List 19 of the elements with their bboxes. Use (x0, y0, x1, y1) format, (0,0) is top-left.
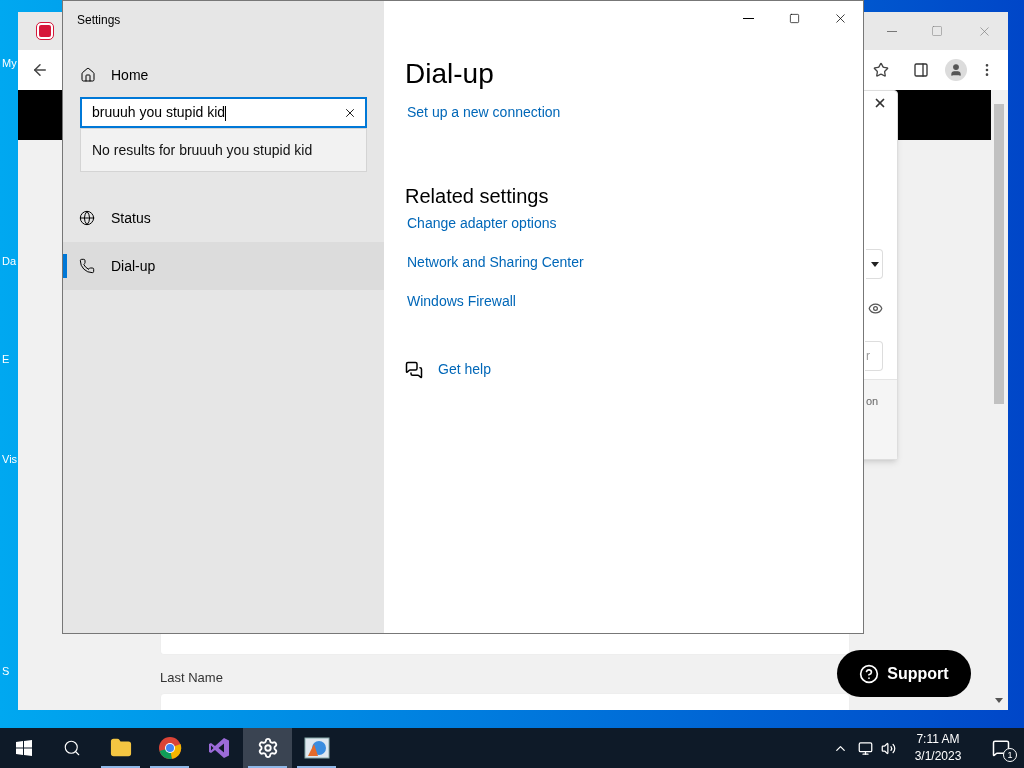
home-nav-item[interactable]: Home (80, 63, 384, 87)
section-heading: Related settings (405, 184, 550, 209)
search-suggestion: No results for bruuuh you stupid kid (80, 128, 367, 172)
setup-connection-link[interactable]: Set up a new connection (407, 102, 863, 123)
clock[interactable]: 7:11 AM 3/1/2023 (908, 731, 968, 765)
notification-badge: 1 (1003, 748, 1017, 762)
field-label: Last Name (160, 669, 223, 687)
page-title: Dial-up (405, 57, 495, 91)
nav-item[interactable]: Status (63, 194, 384, 242)
window-title: Settings (77, 12, 122, 29)
related-link[interactable]: Network and Sharing Center (407, 253, 863, 272)
get-help-link[interactable]: Get help (438, 359, 491, 380)
related-link[interactable]: Windows Firewall (407, 292, 863, 311)
support-button[interactable]: Support (837, 650, 971, 697)
nav-item[interactable]: Dial-up (63, 242, 384, 290)
notification-button[interactable]: 1 (978, 728, 1024, 768)
related-link[interactable]: Change adapter options (407, 214, 863, 233)
search-field[interactable]: bruuuh you stupid kid (80, 97, 367, 128)
footer-text: on (866, 394, 879, 409)
